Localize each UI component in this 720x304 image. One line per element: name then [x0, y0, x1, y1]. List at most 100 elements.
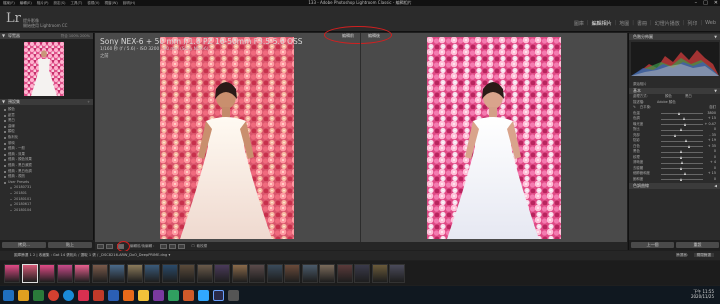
word-icon[interactable] — [108, 289, 119, 301]
filmstrip-thumbnail[interactable] — [161, 263, 178, 283]
chrome-icon[interactable] — [48, 289, 59, 301]
filmstrip-thumbnail[interactable] — [144, 263, 160, 283]
filmstrip-thumbnail[interactable] — [389, 263, 405, 283]
filmstrip-thumbnail[interactable] — [214, 263, 230, 283]
menu-photo[interactable]: 相片(P) — [37, 1, 49, 6]
filmstrip-thumbnail[interactable] — [301, 263, 318, 283]
folder-icon[interactable] — [138, 289, 149, 301]
collapse-triangle-icon[interactable]: ▼ — [714, 34, 717, 40]
filmstrip-thumbnail[interactable] — [196, 263, 213, 283]
filmstrip-thumbnail[interactable] — [56, 263, 73, 283]
slider-thumb[interactable] — [674, 133, 677, 137]
filmstrip-source[interactable]: 圖庫篩選 1 2 | 收藏集 : Gat 14 張相片 / 選取 1 張 / _… — [14, 251, 170, 260]
slider-track[interactable] — [661, 135, 703, 136]
menu-edit[interactable]: 編輯(E) — [20, 1, 32, 6]
app-icon-6[interactable] — [228, 289, 239, 301]
filmstrip-thumbnail[interactable] — [126, 263, 143, 283]
module-web[interactable]: Web — [705, 20, 716, 27]
filmstrip-thumbnail[interactable] — [231, 263, 248, 283]
tone-curve-header[interactable]: 色調曲線 ◀ — [629, 183, 720, 189]
expand-triangle-icon[interactable]: ◀ — [714, 183, 717, 189]
filmstrip-thumbnail[interactable] — [39, 263, 55, 283]
loupe-view-button[interactable] — [97, 243, 104, 249]
filmstrip-thumbnail[interactable] — [266, 263, 283, 283]
filmstrip-thumbnail[interactable] — [109, 263, 125, 283]
presets-header[interactable]: ▼ 預設集 + — [0, 99, 93, 105]
eyedropper-icon[interactable]: ✎ — [633, 105, 636, 109]
slider-thumb[interactable] — [682, 117, 685, 120]
histogram[interactable] — [631, 42, 719, 76]
slider-thumb[interactable] — [680, 150, 683, 153]
app-icon-5[interactable] — [183, 289, 194, 301]
slider-track[interactable] — [661, 124, 703, 125]
filmstrip-thumbnail[interactable] — [354, 263, 370, 283]
menu-view[interactable]: 檢視(V) — [87, 1, 99, 6]
slider-track[interactable] — [661, 173, 703, 175]
filmstrip-thumbnail[interactable] — [74, 263, 90, 283]
histogram-header[interactable]: 色階分佈圖 ▼ — [629, 34, 720, 40]
app-icon-1[interactable] — [78, 289, 89, 301]
menu-tools[interactable]: 工具(T) — [71, 1, 83, 6]
edge-icon[interactable] — [63, 289, 74, 301]
previous-button[interactable]: 上一個 — [631, 242, 674, 248]
slider-thumb[interactable] — [683, 172, 686, 175]
filmstrip-thumbnail[interactable] — [319, 263, 335, 283]
preset-item[interactable]: 20180104 — [0, 208, 93, 214]
slider-track[interactable] — [661, 113, 703, 114]
filmstrip-thumbnail[interactable] — [4, 263, 20, 283]
swap-before-after-button[interactable] — [160, 243, 168, 249]
soft-proof-checkbox[interactable]: ☐ — [191, 244, 194, 248]
filmstrip-thumbnail[interactable] — [249, 263, 265, 283]
module-develop[interactable]: 編輯相片 — [592, 20, 612, 27]
module-slideshow[interactable]: 幻燈片播放 — [655, 20, 680, 27]
slider-thumb[interactable] — [680, 166, 683, 170]
slider-track[interactable] — [661, 140, 703, 142]
slider-track[interactable] — [661, 146, 703, 147]
menu-help[interactable]: 說明(H) — [123, 1, 135, 6]
lightroom-taskbar-icon[interactable] — [213, 289, 224, 301]
app-icon-2[interactable] — [123, 289, 134, 301]
paste-button[interactable]: 貼上 — [48, 242, 92, 248]
module-book[interactable]: 書冊 — [637, 20, 647, 27]
slider-value[interactable]: 0 — [714, 177, 716, 183]
slider-thumb[interactable] — [678, 111, 681, 115]
slider-thumb[interactable] — [687, 144, 690, 148]
taskbar-clock[interactable]: 下午 11:55 2020/11/25 — [691, 289, 714, 299]
slider-thumb[interactable] — [681, 161, 684, 164]
filmstrip-thumbnail[interactable] — [336, 263, 353, 283]
before-photo[interactable] — [160, 37, 294, 239]
slider-thumb[interactable] — [684, 139, 687, 142]
menu-window[interactable]: 視窗(W) — [105, 1, 118, 6]
file-explorer-icon[interactable] — [18, 289, 29, 301]
filmstrip-thumbnail[interactable] — [179, 263, 195, 283]
copy-button[interactable]: 拷貝... — [2, 242, 46, 248]
slider-thumb[interactable] — [680, 128, 683, 131]
filmstrip-thumbnail[interactable] — [21, 263, 38, 283]
module-map[interactable]: 地圖 — [619, 20, 629, 27]
after-photo[interactable] — [427, 37, 561, 239]
add-preset-icon[interactable]: + — [87, 99, 90, 105]
copy-after-button[interactable] — [178, 243, 186, 249]
slider-thumb[interactable] — [680, 155, 683, 159]
filmstrip-thumbnail[interactable] — [371, 263, 388, 283]
menu-settings[interactable]: 設定(S) — [54, 1, 66, 6]
copy-before-button[interactable] — [169, 243, 177, 249]
filmstrip-thumbnail[interactable] — [91, 263, 108, 283]
excel-icon[interactable] — [33, 289, 44, 301]
app-icon-3[interactable] — [153, 289, 164, 301]
navigator-preview[interactable] — [0, 39, 93, 99]
collapse-triangle-icon[interactable]: ▼ — [2, 99, 5, 105]
module-library[interactable]: 圖庫 — [574, 20, 584, 27]
photoshop-icon[interactable] — [198, 289, 209, 301]
powerpoint-icon[interactable] — [93, 289, 104, 301]
reset-button[interactable]: 重設 — [676, 242, 719, 248]
filmstrip-thumbnail[interactable] — [284, 263, 300, 283]
slider-thumb[interactable] — [680, 177, 683, 181]
start-icon[interactable] — [3, 289, 14, 301]
menu-file[interactable]: 檔案(F) — [3, 1, 15, 6]
app-icon-4[interactable] — [168, 289, 179, 301]
compare-xy-button[interactable] — [106, 243, 113, 249]
filter-select[interactable]: 關閉篩選 — [693, 253, 714, 257]
slider-thumb[interactable] — [683, 122, 686, 126]
module-print[interactable]: 列印 — [687, 20, 697, 27]
